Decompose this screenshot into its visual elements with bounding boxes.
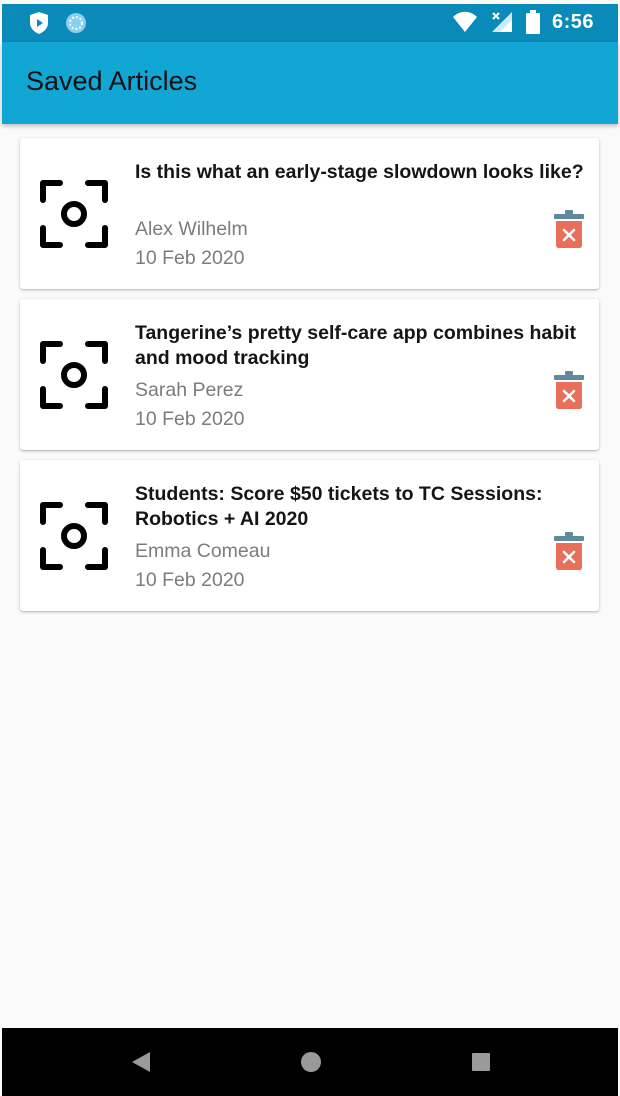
recents-icon[interactable] bbox=[470, 1050, 492, 1074]
article-card[interactable]: Tangerine’s pretty self-care app combine… bbox=[20, 299, 599, 450]
article-date: 10 Feb 2020 bbox=[135, 247, 245, 269]
delete-icon[interactable] bbox=[554, 532, 584, 570]
article-title: Students: Score $50 tickets to TC Sessio… bbox=[135, 483, 543, 530]
article-author: Emma Comeau bbox=[135, 540, 271, 562]
camera-focus-icon bbox=[40, 341, 108, 409]
article-date: 10 Feb 2020 bbox=[135, 408, 245, 430]
article-card[interactable]: Is this what an early-stage slowdown loo… bbox=[20, 138, 599, 289]
home-icon[interactable] bbox=[299, 1050, 323, 1074]
sync-circle-icon bbox=[66, 13, 86, 33]
app-bar: Saved Articles bbox=[2, 42, 618, 124]
status-time: 6:56 bbox=[551, 10, 594, 33]
shield-play-icon bbox=[30, 12, 48, 34]
article-list: Is this what an early-stage slowdown loo… bbox=[20, 138, 599, 621]
article-date: 10 Feb 2020 bbox=[135, 569, 245, 591]
article-title: Tangerine’s pretty self-care app combine… bbox=[135, 322, 577, 369]
article-card[interactable]: Students: Score $50 tickets to TC Sessio… bbox=[20, 460, 599, 611]
delete-icon[interactable] bbox=[554, 371, 584, 409]
signal-no-data-icon bbox=[491, 12, 512, 32]
wifi-icon bbox=[452, 11, 477, 32]
device-screen: 6:56 Saved Articles Is this what an earl… bbox=[0, 0, 620, 1096]
battery-icon bbox=[525, 10, 540, 34]
article-title: Is this what an early-stage slowdown loo… bbox=[135, 161, 584, 183]
article-author: Sarah Perez bbox=[135, 379, 244, 401]
camera-focus-icon bbox=[40, 502, 108, 570]
status-bar: 6:56 bbox=[2, 4, 618, 42]
camera-focus-icon bbox=[40, 180, 108, 248]
article-author: Alex Wilhelm bbox=[135, 218, 248, 240]
delete-icon[interactable] bbox=[554, 210, 584, 248]
page-title: Saved Articles bbox=[26, 66, 198, 96]
navigation-bar bbox=[2, 1028, 618, 1096]
back-icon[interactable] bbox=[130, 1050, 152, 1074]
